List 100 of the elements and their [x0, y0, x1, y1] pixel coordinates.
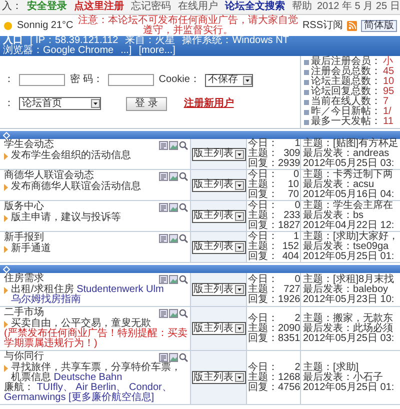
- count-label: 回复：: [248, 221, 278, 231]
- count-label: 主题：: [248, 149, 278, 159]
- forum-title[interactable]: 二手市场: [4, 308, 44, 318]
- bullet-icon: [304, 80, 309, 84]
- arrow-icon: [4, 246, 8, 253]
- forum-title[interactable]: 版务中心: [4, 202, 44, 212]
- stat-value: 7: [383, 97, 389, 107]
- last-post-time: 2012年05月25日 03:: [303, 334, 396, 344]
- last-post-topic[interactable]: 主题：[求助]: [303, 362, 399, 372]
- document-icon: [159, 141, 168, 150]
- cookie-dropdown[interactable]: 不保存: [204, 74, 253, 86]
- moderator-dropdown[interactable]: 版主列表: [192, 371, 246, 384]
- last-post-author: 最后发表：bs: [303, 211, 365, 221]
- document-icon: [159, 353, 168, 362]
- last-post-topic[interactable]: 主题：搬家，无款东: [303, 314, 399, 324]
- bullet-icon: [304, 60, 309, 64]
- count-value: 2: [294, 362, 300, 372]
- last-post-topic[interactable]: 主题：学生会主席在: [303, 201, 399, 211]
- forum-link[interactable]: [更多廉价航空信息]: [68, 392, 154, 403]
- count-value: 70: [286, 190, 299, 200]
- forum-link[interactable]: TUIfly、: [36, 382, 73, 393]
- last-post-time: 2012年05月16日 04:: [303, 190, 396, 200]
- forum-link[interactable]: Studentenwerk Ulm: [76, 284, 164, 295]
- nav-link[interactable]: 安全登录: [25, 0, 69, 14]
- arrow-icon: [4, 215, 8, 222]
- arrow-icon: [4, 287, 8, 294]
- last-post-author: 最后发表：小石子: [303, 372, 384, 382]
- last-post-topic[interactable]: 主题：[贴图]有方杯足: [303, 139, 399, 149]
- stat-label: 昨／今日新帖：: [311, 107, 381, 117]
- forum-title[interactable]: 与你同行: [4, 352, 44, 362]
- count-label: 今日：: [248, 201, 278, 211]
- stat-label: 注册会员总数：: [311, 67, 381, 77]
- last-post-time: 2012年05月23日 10:: [303, 294, 396, 304]
- count-label: 主题：: [248, 324, 278, 334]
- sun-icon: [3, 20, 13, 30]
- search-icon: [179, 309, 188, 318]
- visitor-info: [ IP：58.39.121.112: [30, 36, 118, 46]
- weather-text: Sonnig 21°C: [17, 20, 74, 30]
- forum-link[interactable]: Deutsche Bahn: [54, 372, 122, 383]
- last-post-topic[interactable]: 主题：卡秀迁制下两: [303, 170, 399, 180]
- count-value: 1: [292, 232, 299, 242]
- nav-link[interactable]: 帮助: [290, 0, 314, 14]
- forum-description: 寻找旅伴，共享车票，分享特价车票，机票信息 Deutsche Bahn: [11, 363, 182, 383]
- search-icon: [179, 353, 188, 362]
- forum-link[interactable]: 乌尔姆找房指南: [11, 294, 81, 305]
- count-label: 主题：: [248, 211, 278, 221]
- search-icon: [179, 203, 188, 212]
- last-post-author: 最后发表：此场必须: [303, 324, 394, 334]
- forum-title[interactable]: 住房需求: [4, 274, 44, 284]
- count-value: 1: [294, 139, 300, 149]
- last-post-topic[interactable]: 主题：[求租]8月末找: [303, 274, 399, 284]
- last-post-topic[interactable]: 主题：[求助]大家好，: [303, 232, 399, 242]
- picture-icon: [169, 353, 178, 362]
- username-field[interactable]: [19, 74, 65, 86]
- nav-link[interactable]: 论坛全文搜索: [223, 0, 287, 14]
- count-label: 回复：: [248, 159, 278, 169]
- moderator-dropdown[interactable]: 版主列表: [192, 240, 246, 254]
- language-button[interactable]: 简体版: [361, 20, 397, 32]
- moderator-dropdown[interactable]: 版主列表: [192, 148, 246, 160]
- nav-link[interactable]: 点这里注册: [72, 0, 126, 14]
- moderator-dropdown[interactable]: 版主列表: [192, 178, 246, 192]
- count-label: 今日：: [248, 314, 278, 324]
- forum-link[interactable]: Condor、: [129, 382, 172, 393]
- count-label: 今日：: [248, 139, 278, 149]
- field-label: ：: [4, 75, 14, 85]
- nav-link[interactable]: 在线用户: [176, 0, 220, 14]
- forum-link[interactable]: Germanwings: [4, 392, 66, 403]
- forum-jump-dropdown[interactable]: 论坛首页: [19, 97, 101, 110]
- moderator-dropdown[interactable]: 版主列表: [192, 283, 246, 296]
- count-label: 今日：: [248, 362, 278, 372]
- stat-label: 论坛回复总数：: [311, 87, 381, 97]
- moderator-dropdown[interactable]: 版主列表: [192, 210, 246, 222]
- count-value: 233: [282, 211, 300, 221]
- forum-description: 出租/求租住房 Studentenwerk Ulm 乌尔姆找房指南: [11, 285, 165, 305]
- count-label: 回复：: [248, 252, 278, 262]
- count-value: 4756: [278, 382, 300, 392]
- stat-label: 最后注册会员：: [311, 57, 381, 67]
- bullet-icon: [304, 100, 309, 104]
- last-post-author: 最后发表：acsu: [303, 180, 374, 190]
- moderator-dropdown[interactable]: 版主列表: [192, 322, 246, 335]
- count-value: 309: [282, 149, 300, 159]
- login-button[interactable]: 登 录: [126, 96, 167, 110]
- forum-title[interactable]: 新手报到: [4, 233, 44, 243]
- field-label: 密 码：: [70, 75, 103, 85]
- nav-link[interactable]: 忘记密码: [129, 0, 173, 14]
- notice-text: 注意：本论坛不可发布任何商业广告，请大家自觉遵守，并监督实行。: [77, 16, 298, 36]
- field-label: Cookie：: [158, 75, 200, 85]
- nav-label: 入：: [2, 0, 22, 14]
- stat-value: 小: [383, 57, 393, 67]
- more-link[interactable]: [more...]: [138, 46, 176, 56]
- forum-title[interactable]: 商德华人联谊会动态: [4, 171, 94, 181]
- picture-icon: [169, 141, 178, 150]
- arrow-icon: [4, 153, 8, 160]
- register-link[interactable]: 注册新用户: [184, 98, 234, 108]
- password-field[interactable]: [108, 74, 154, 86]
- forum-title[interactable]: 学生会动态: [4, 140, 54, 150]
- forum-link[interactable]: Air Berlin、: [76, 382, 126, 393]
- forum-description: 发布商德华人联谊会活动信息: [11, 182, 142, 192]
- bullet-icon: [304, 110, 309, 114]
- count-value: 2939: [278, 159, 300, 169]
